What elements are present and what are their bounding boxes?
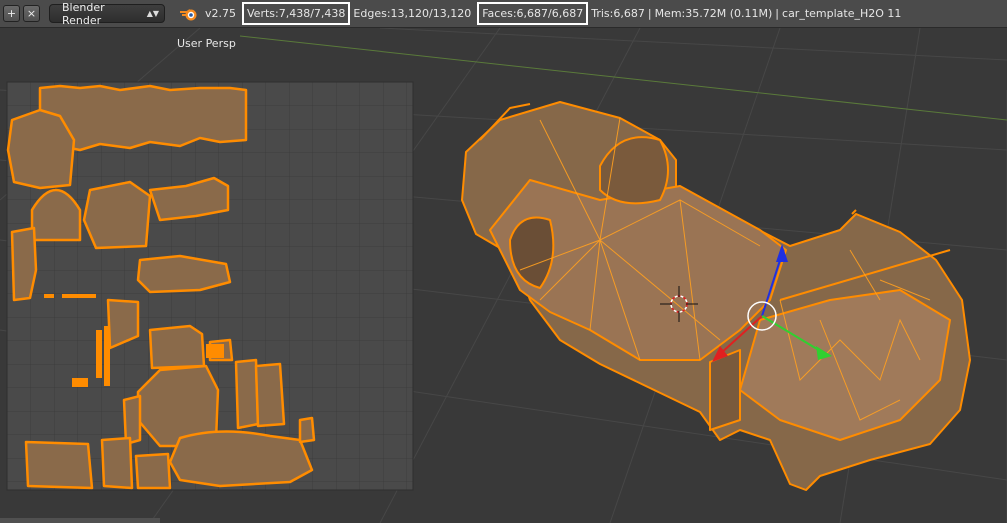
bottom-strip <box>0 518 160 523</box>
faces-stat: Faces:6,687/6,687 <box>477 2 589 25</box>
version-label: v2.75 <box>205 7 237 20</box>
file-name: car_template_H2O 11 <box>782 7 902 20</box>
chevron-updown-icon: ▲▼ <box>146 9 159 18</box>
close-icon: × <box>26 7 37 20</box>
mem-stat: Mem:35.72M (0.11M) <box>654 7 773 20</box>
blender-logo-icon <box>180 8 197 20</box>
view-label: User Persp <box>177 37 236 50</box>
plus-icon: + <box>6 7 17 20</box>
add-screen-button[interactable]: + <box>3 5 20 22</box>
uv-preview-panel <box>6 81 414 491</box>
remove-screen-button[interactable]: × <box>23 5 40 22</box>
separator: | <box>647 7 652 20</box>
separator: | <box>775 7 780 20</box>
render-engine-dropdown[interactable]: Blender Render ▲▼ <box>49 1 165 27</box>
edges-stat: Edges:13,120/13,120 <box>353 7 472 20</box>
info-header: + × Blender Render ▲▼ v2.75 Verts:7,438/… <box>0 0 1007 28</box>
car-mesh <box>461 101 971 491</box>
3d-viewport[interactable] <box>0 28 1007 523</box>
render-engine-label: Blender Render <box>62 0 105 27</box>
verts-stat: Verts:7,438/7,438 <box>242 2 351 25</box>
tris-stat: Tris:6,687 <box>591 7 645 20</box>
